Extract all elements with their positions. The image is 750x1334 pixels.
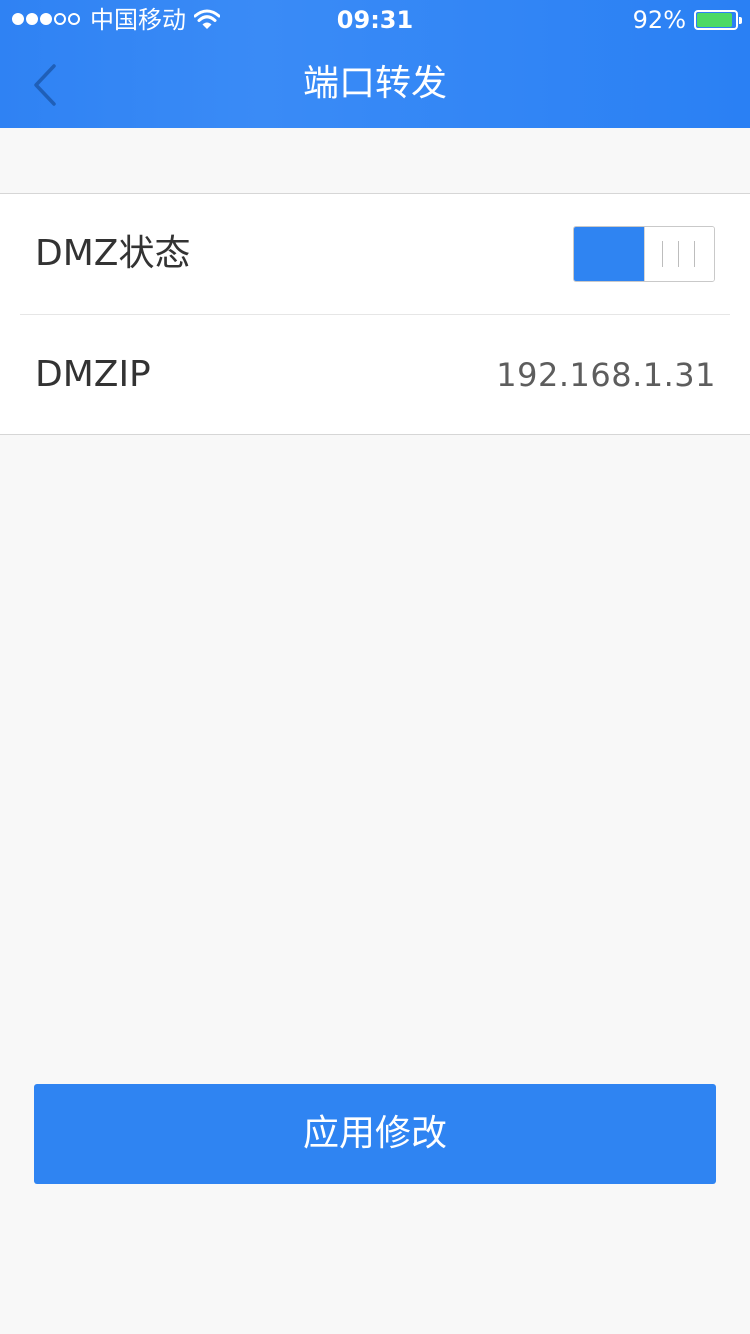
toggle-on-track (574, 227, 644, 281)
dmz-status-toggle[interactable] (573, 226, 715, 282)
status-bar: 中国移动 09:31 92% (0, 0, 750, 40)
app-header: 中国移动 09:31 92% 端口转发 (0, 0, 750, 128)
toggle-knob (644, 227, 714, 281)
dmz-status-row: DMZ状态 (0, 194, 750, 315)
apply-changes-button[interactable]: 应用修改 (34, 1084, 716, 1184)
page-title: 端口转发 (302, 63, 447, 104)
battery-fill (697, 13, 732, 27)
battery-nub (739, 17, 742, 24)
dmz-ip-value: 192.168.1.31 (496, 356, 716, 394)
toggle-grip-line (662, 241, 663, 267)
battery-icon (694, 10, 742, 30)
toggle-grip-line (694, 241, 695, 267)
navigation-bar: 端口转发 (0, 40, 750, 128)
dmz-ip-row[interactable]: DMZIP 192.168.1.31 (0, 315, 750, 435)
dmz-status-label: DMZ状态 (35, 233, 191, 274)
battery-percentage: 92% (632, 6, 686, 34)
back-chevron-icon[interactable] (26, 62, 66, 108)
toggle-grip-line (678, 241, 679, 267)
dmz-ip-label: DMZIP (35, 354, 151, 395)
dmz-settings-group: DMZ状态 DMZIP 192.168.1.31 (0, 193, 750, 435)
